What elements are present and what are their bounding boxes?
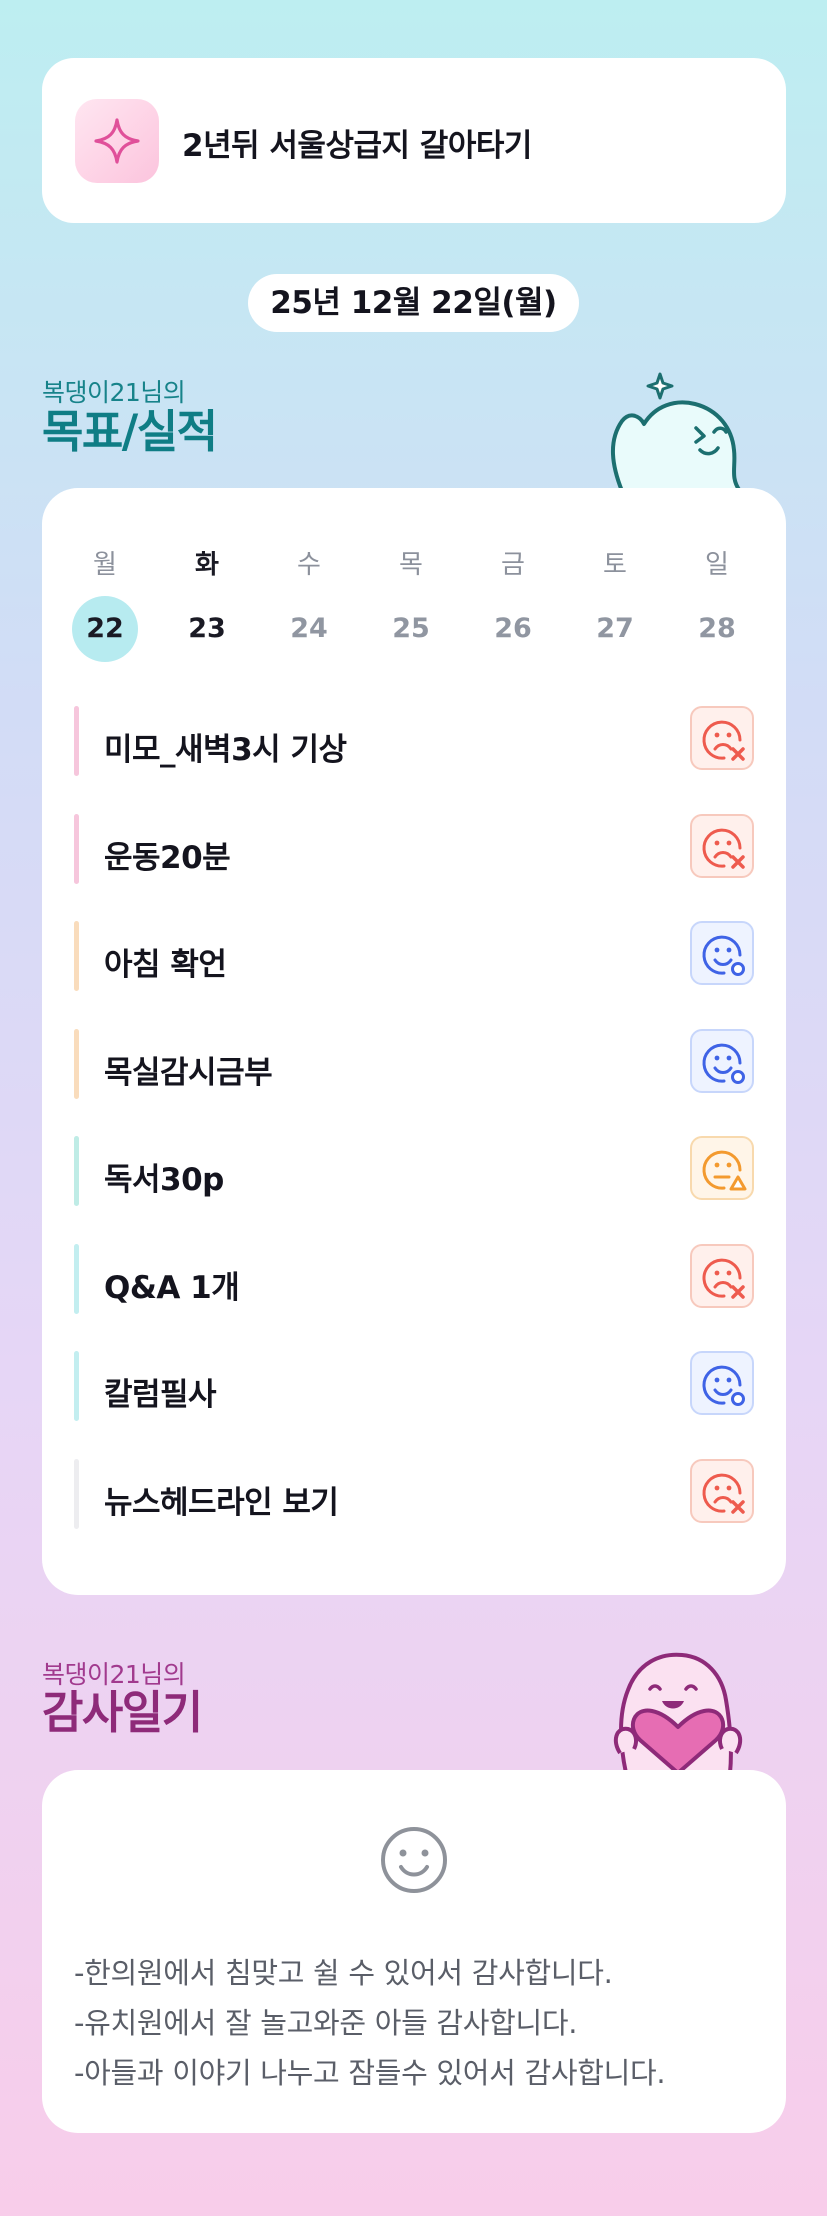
day-number[interactable]: 25 [378,596,444,662]
goal-color-bar [74,706,79,776]
day-name: 목 [399,550,423,580]
goal-color-bar [74,1351,79,1421]
goal-row[interactable]: 운동20분 [74,813,754,884]
thanks-entry: -한의원에서 침맞고 쉴 수 있어서 감사합니다. [74,1956,613,1990]
goal-label: 독서30p [104,1162,224,1198]
status-failed-icon[interactable] [690,1458,754,1523]
goal-color-bar [74,1243,79,1314]
teal-mascot-illustration [600,366,750,493]
status-failed-icon[interactable] [690,813,754,878]
goal-color-bar [74,1458,79,1529]
thanks-entry: -아들과 이야기 나누고 잠들수 있어서 감사합니다. [74,2056,666,2090]
day-name: 수 [297,550,321,580]
goal-row[interactable]: 독서30p [74,1136,754,1206]
pink-mascot-illustration [598,1645,758,1775]
goal-color-bar [74,921,79,991]
goal-label: 뉴스헤드라인 보기 [104,1484,339,1521]
goal-row[interactable]: 아침 확언 [74,921,754,991]
status-done-icon[interactable] [690,921,754,985]
goal-label: Q&A 1개 [104,1269,240,1306]
goal-row[interactable]: Q&A 1개 [74,1243,754,1314]
goal-row[interactable]: 목실감시금부 [74,1028,754,1099]
smiley-icon [381,1827,447,1893]
sparkle-icon [75,99,159,183]
goal-color-bar [74,1028,79,1099]
goal-row[interactable]: 뉴스헤드라인 보기 [74,1458,754,1529]
goal-label: 목실감시금부 [104,1054,273,1091]
thanks-section-title: 감사일기 [42,1686,203,1739]
thanks-entry: -유치원에서 잘 놀고와준 아들 감사합니다. [74,2006,578,2040]
goal-label: 미모_새벽3시 기상 [104,732,347,768]
day-name: 일 [705,550,729,580]
status-done-icon[interactable] [690,1028,754,1093]
goal-row[interactable]: 칼럼필사 [74,1351,754,1421]
date-pill[interactable]: 25년 12월 22일(월) [248,274,579,332]
day-name: 토 [603,550,627,580]
goals-section-title: 목표/실적 [42,405,218,458]
day-number[interactable]: 26 [480,596,546,662]
status-failed-icon[interactable] [690,706,754,770]
day-number[interactable]: 24 [276,596,342,662]
day-number[interactable]: 27 [582,596,648,662]
goal-title: 2년뒤 서울상급지 갈아타기 [182,128,532,164]
goal-label: 아침 확언 [104,947,227,983]
goal-label: 칼럼필사 [104,1377,217,1413]
thanks-card: -한의원에서 침맞고 쉴 수 있어서 감사합니다. -유치원에서 잘 놀고와준 아… [42,1770,786,2133]
day-name: 월 [93,550,117,580]
day-number[interactable]: 23 [174,596,240,662]
day-number[interactable]: 28 [684,596,750,662]
status-failed-icon[interactable] [690,1243,754,1308]
status-partial-icon[interactable] [690,1136,754,1200]
status-done-icon[interactable] [690,1351,754,1415]
day-name: 금 [501,550,525,580]
goal-card[interactable]: 2년뒤 서울상급지 갈아타기 [42,58,786,223]
goal-row[interactable]: 미모_새벽3시 기상 [74,706,754,776]
goal-color-bar [74,1136,79,1206]
day-name: 화 [195,550,219,580]
goal-label: 운동20분 [104,839,231,876]
goal-color-bar [74,813,79,884]
day-number[interactable]: 22 [72,596,138,662]
goals-card: 월 22 화 23 수 24 목 25 금 26 토 27 일 28 미모_새벽3시 기상운동20분아침 … [42,488,786,1595]
